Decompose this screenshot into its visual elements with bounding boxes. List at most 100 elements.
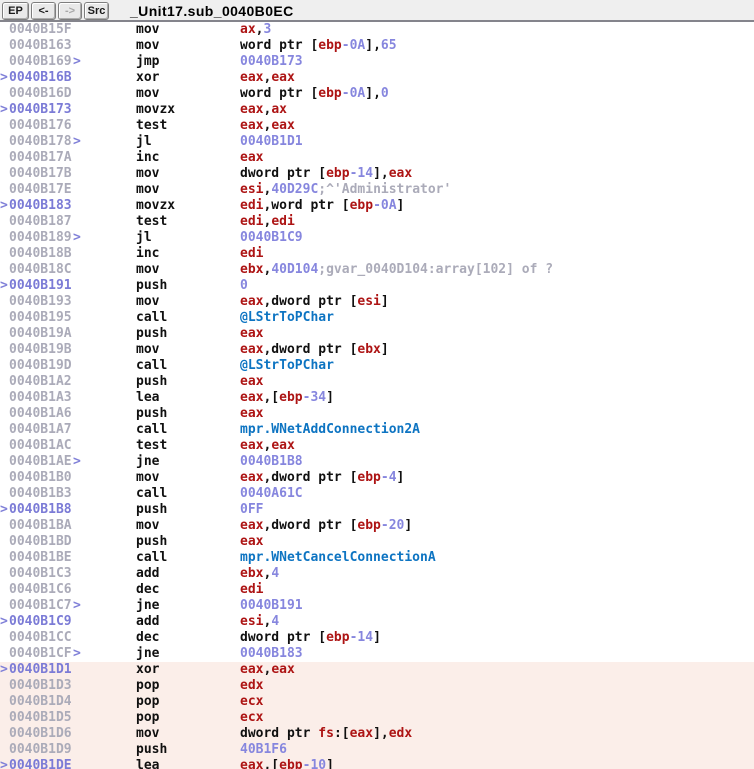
asm-operands: dword ptr [ebp-14],eax bbox=[240, 166, 412, 181]
asm-token-reg: edi bbox=[240, 198, 264, 213]
jump-target-marker: > bbox=[0, 614, 8, 629]
asm-row[interactable]: 0040B17E mov esi,40D29C;^'Administrator' bbox=[0, 182, 754, 198]
asm-row[interactable]: 0040B169> jmp 0040B173 bbox=[0, 54, 754, 70]
asm-row[interactable]: 0040B1B0 mov eax,dword ptr [ebp-4] bbox=[0, 470, 754, 486]
asm-row[interactable]: >0040B173 movzx eax,ax bbox=[0, 102, 754, 118]
asm-row[interactable]: 0040B16D mov word ptr [ebp-0A],0 bbox=[0, 86, 754, 102]
asm-row[interactable]: >0040B1C9 add esi,4 bbox=[0, 614, 754, 630]
asm-token-reg: ebp bbox=[279, 758, 303, 769]
asm-row[interactable]: 0040B195 call @LStrToPChar bbox=[0, 310, 754, 326]
jump-target-marker: > bbox=[0, 102, 8, 117]
asm-token-reg: eax bbox=[388, 166, 413, 181]
asm-row[interactable]: 0040B17A inc eax bbox=[0, 150, 754, 166]
asm-row[interactable]: 0040B19D call @LStrToPChar bbox=[0, 358, 754, 374]
asm-address: 0040B15F bbox=[9, 22, 72, 37]
asm-mnemonic: mov bbox=[136, 262, 160, 277]
toolbar: EP <- -> Src _Unit17.sub_0040B0EC bbox=[0, 0, 754, 22]
entry-point-button[interactable]: EP bbox=[2, 2, 29, 20]
asm-row[interactable]: >0040B1B8 push 0FF bbox=[0, 502, 754, 518]
jump-target-marker: > bbox=[0, 502, 8, 517]
asm-mnemonic: push bbox=[136, 742, 168, 757]
asm-row[interactable]: 0040B1D9 push 40B1F6 bbox=[0, 742, 754, 758]
asm-row[interactable]: >0040B183 movzx edi,word ptr [ebp-0A] bbox=[0, 198, 754, 214]
asm-row[interactable]: 0040B1D3 pop edx bbox=[0, 678, 754, 694]
asm-row[interactable]: 0040B1A3 lea eax,[ebp-34] bbox=[0, 390, 754, 406]
asm-row[interactable]: >0040B1D1 xor eax,eax bbox=[0, 662, 754, 678]
asm-row[interactable]: 0040B1C3 add ebx,4 bbox=[0, 566, 754, 582]
asm-operands: 0 bbox=[240, 278, 248, 293]
asm-mnemonic: add bbox=[136, 614, 160, 629]
asm-mnemonic: mov bbox=[136, 22, 160, 37]
asm-token-reg: eax bbox=[240, 758, 264, 769]
asm-token-num: 0040B173 bbox=[240, 54, 303, 69]
asm-token-num: 3 bbox=[263, 22, 272, 37]
asm-row[interactable]: 0040B1BE call mpr.WNetCancelConnectionA bbox=[0, 550, 754, 566]
asm-address: 0040B17A bbox=[9, 150, 72, 165]
asm-row[interactable]: 0040B19B mov eax,dword ptr [ebx] bbox=[0, 342, 754, 358]
back-button[interactable]: <- bbox=[31, 2, 56, 20]
asm-token-num: -34 bbox=[302, 390, 327, 405]
asm-row[interactable]: 0040B19A push eax bbox=[0, 326, 754, 342]
asm-operands: eax,dword ptr [ebp-4] bbox=[240, 470, 404, 485]
asm-address: 0040B16B bbox=[9, 70, 72, 85]
asm-row[interactable]: 0040B1A6 push eax bbox=[0, 406, 754, 422]
asm-row[interactable]: 0040B1B3 call 0040A61C bbox=[0, 486, 754, 502]
asm-row[interactable]: 0040B1D6 mov dword ptr fs:[eax],edx bbox=[0, 726, 754, 742]
asm-operands: ax,3 bbox=[240, 22, 271, 37]
asm-operands: eax,eax bbox=[240, 118, 295, 133]
asm-address: 0040B189 bbox=[9, 230, 72, 245]
asm-row[interactable]: 0040B1C6 dec edi bbox=[0, 582, 754, 598]
asm-row[interactable]: >0040B1DE lea eax,[ebp-10] bbox=[0, 758, 754, 769]
asm-address: 0040B1C3 bbox=[9, 566, 72, 581]
asm-row[interactable]: 0040B1D4 pop ecx bbox=[0, 694, 754, 710]
source-button[interactable]: Src bbox=[84, 2, 109, 20]
asm-mnemonic: jne bbox=[136, 598, 160, 613]
asm-address: 0040B1AE bbox=[9, 454, 72, 469]
asm-address: 0040B183 bbox=[9, 198, 72, 213]
asm-operands: eax,[ebp-10] bbox=[240, 758, 334, 769]
asm-row[interactable]: 0040B1A2 push eax bbox=[0, 374, 754, 390]
forward-button: -> bbox=[58, 2, 82, 20]
asm-operands: edi bbox=[240, 582, 263, 597]
asm-mnemonic: inc bbox=[136, 150, 160, 165]
asm-row[interactable]: 0040B17B mov dword ptr [ebp-14],eax bbox=[0, 166, 754, 182]
asm-token-num: 0FF bbox=[240, 502, 264, 517]
asm-row[interactable]: 0040B1AC test eax,eax bbox=[0, 438, 754, 454]
asm-row[interactable]: 0040B178> jl 0040B1D1 bbox=[0, 134, 754, 150]
asm-row[interactable]: >0040B16B xor eax,eax bbox=[0, 70, 754, 86]
asm-address: 0040B1CF bbox=[9, 646, 72, 661]
asm-row[interactable]: 0040B1CF> jne 0040B183 bbox=[0, 646, 754, 662]
asm-row[interactable]: 0040B18C mov ebx,40D104;gvar_0040D104:arra… bbox=[0, 262, 754, 278]
asm-operands: 0040B173 bbox=[240, 54, 303, 69]
asm-row[interactable]: 0040B15F mov ax,3 bbox=[0, 22, 754, 38]
asm-mnemonic: push bbox=[136, 502, 168, 517]
asm-address: 0040B19B bbox=[9, 342, 72, 357]
disassembly-listing[interactable]: 0040B15F mov ax,3 0040B163 mov word ptr [ebp-… bbox=[0, 22, 754, 769]
asm-address: 0040B1AC bbox=[9, 438, 72, 453]
asm-row[interactable]: 0040B18B inc edi bbox=[0, 246, 754, 262]
asm-token-num: 0040B1B8 bbox=[240, 454, 303, 469]
asm-token-plain: ,dword ptr [ bbox=[263, 294, 358, 309]
asm-token-plain: dword ptr bbox=[240, 726, 319, 741]
asm-row[interactable]: 0040B189> jl 0040B1C9 bbox=[0, 230, 754, 246]
asm-row[interactable]: 0040B1BD push eax bbox=[0, 534, 754, 550]
asm-token-plain: ] bbox=[396, 198, 405, 213]
asm-token-reg: eax bbox=[271, 118, 295, 133]
asm-row[interactable]: 0040B1A7 call mpr.WNetAddConnection2A bbox=[0, 422, 754, 438]
asm-token-reg: edx bbox=[240, 678, 264, 693]
asm-row[interactable]: 0040B1C7> jne 0040B191 bbox=[0, 598, 754, 614]
jump-target-marker: > bbox=[0, 198, 8, 213]
asm-operands: esi,4 bbox=[240, 614, 279, 629]
asm-token-reg: eax bbox=[240, 326, 264, 341]
jump-target-marker: > bbox=[0, 278, 8, 293]
asm-row[interactable]: 0040B1D5 pop ecx bbox=[0, 710, 754, 726]
asm-row[interactable]: >0040B191 push 0 bbox=[0, 278, 754, 294]
asm-row[interactable]: 0040B176 test eax,eax bbox=[0, 118, 754, 134]
asm-row[interactable]: 0040B1AE> jne 0040B1B8 bbox=[0, 454, 754, 470]
asm-row[interactable]: 0040B1CC dec dword ptr [ebp-14] bbox=[0, 630, 754, 646]
asm-row[interactable]: 0040B187 test edi,edi bbox=[0, 214, 754, 230]
asm-address: 0040B1D6 bbox=[9, 726, 72, 741]
asm-row[interactable]: 0040B193 mov eax,dword ptr [esi] bbox=[0, 294, 754, 310]
asm-row[interactable]: 0040B163 mov word ptr [ebp-0A],65 bbox=[0, 38, 754, 54]
asm-row[interactable]: 0040B1BA mov eax,dword ptr [ebp-20] bbox=[0, 518, 754, 534]
